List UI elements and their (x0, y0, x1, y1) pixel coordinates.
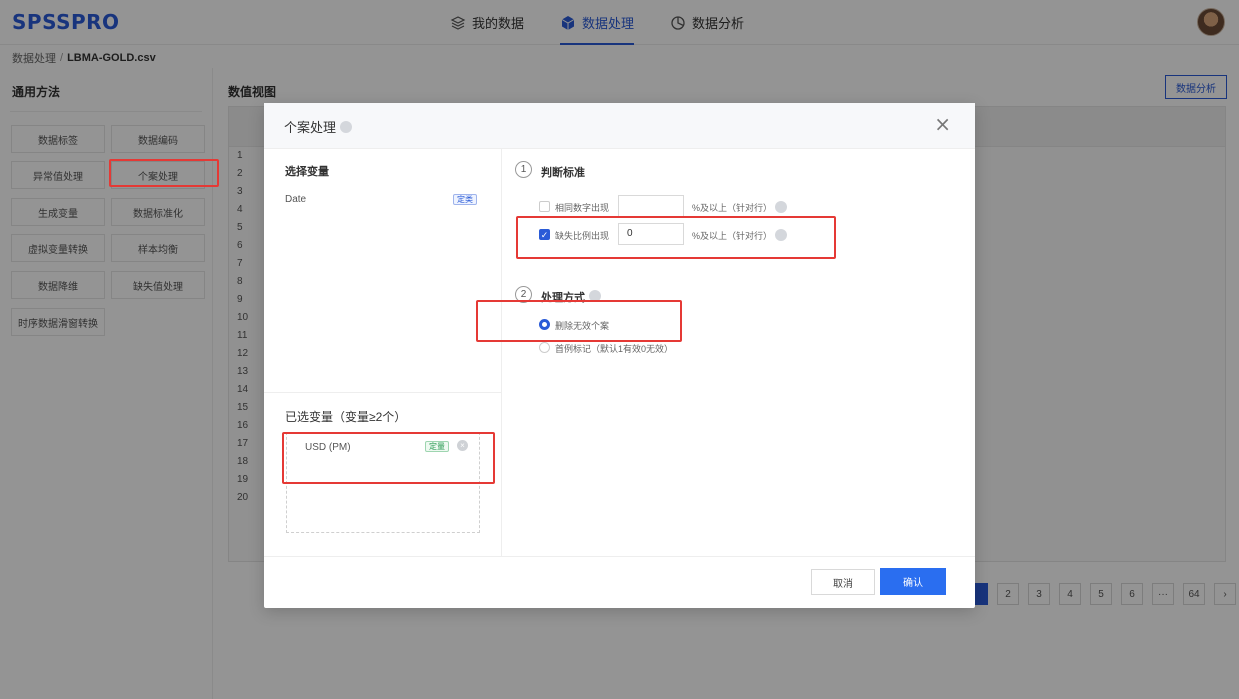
section-divider (264, 392, 501, 393)
criteria-title: 判断标准 (541, 167, 585, 179)
dialog-footer: 取消 确认 (264, 556, 975, 608)
delete-invalid-radio[interactable] (539, 319, 550, 330)
method-title: 处理方式 (541, 289, 601, 305)
mark-first-label: 首例标记（默认1有效0无效） (555, 344, 674, 354)
missing-ratio-checkbox[interactable]: ✓ (539, 229, 550, 240)
column-divider (501, 149, 502, 556)
dialog-title-text: 个案处理 (284, 120, 337, 135)
variable-type-badge: 定量 (425, 441, 449, 452)
same-number-label: 相同数字出现 (555, 203, 610, 213)
close-icon[interactable]: × (934, 114, 951, 134)
step-1-circle: 1 (515, 161, 532, 178)
selected-variable-usd-pm[interactable]: USD (PM) (305, 442, 351, 453)
dialog-header: 个案处理 × (264, 103, 975, 149)
help-icon[interactable] (340, 121, 353, 133)
same-number-checkbox[interactable] (539, 201, 550, 212)
selected-variables-label: 已选变量（变量≥2个） (285, 410, 407, 424)
confirm-button[interactable]: 确认 (880, 568, 946, 595)
cancel-button[interactable]: 取消 (811, 569, 875, 595)
missing-ratio-label: 缺失比例出现 (555, 231, 610, 241)
remove-icon[interactable]: × (457, 440, 468, 451)
select-variables-label: 选择变量 (285, 166, 329, 178)
step-2-circle: 2 (515, 286, 532, 303)
same-number-input[interactable] (618, 195, 684, 217)
variable-date[interactable]: Date (285, 194, 306, 205)
same-number-suffix: %及以上（针对行） (692, 203, 773, 213)
delete-invalid-label: 删除无效个案 (555, 321, 610, 331)
dialog-title: 个案处理 (284, 117, 353, 136)
variable-type-badge: 定类 (453, 194, 477, 205)
missing-ratio-input[interactable]: 0 (618, 223, 684, 245)
help-icon[interactable] (775, 229, 787, 241)
case-processing-dialog: 个案处理 × 选择变量 Date 定类 已选变量（变量≥2个） USD (PM)… (264, 103, 975, 608)
help-icon[interactable] (775, 201, 787, 213)
missing-ratio-suffix: %及以上（针对行） (692, 231, 773, 241)
help-icon[interactable] (589, 290, 601, 302)
mark-first-radio[interactable] (539, 342, 550, 353)
method-title-text: 处理方式 (541, 292, 585, 304)
